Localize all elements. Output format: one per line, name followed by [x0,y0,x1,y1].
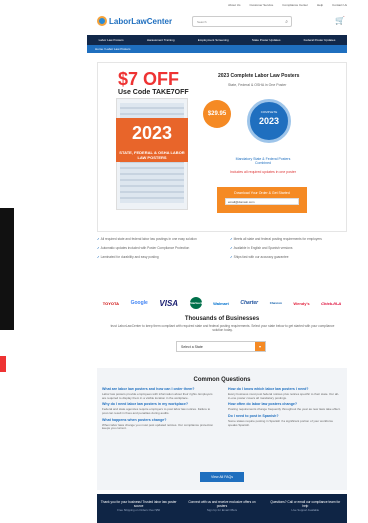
search-placeholder: Search [197,20,207,24]
poster-subtitle: STATE, FEDERAL & OSHA LABOR LAW POSTERS [119,150,185,160]
site-footer: Thank you for your business! Trusted lab… [97,494,347,523]
logo-wendys: Wendy's [293,300,310,306]
feature-list: ✓ All required state and federal labor l… [97,237,347,272]
utility-link[interactable]: Customer Service [249,3,273,7]
nav-item[interactable]: Federal Poster Updates [304,38,336,42]
logo-charter: Charter [240,300,259,306]
faq-answer: When labor laws change you must post upd… [102,422,214,431]
footer-column: Connect with us and receive exclusive of… [184,500,260,523]
faq-left-column: What are labor law posters and how can I… [102,387,216,434]
left-edge-marker [0,356,6,372]
logo-icon [97,16,107,26]
utility-link[interactable]: Compliance Center [282,3,308,7]
state-select-value: Select a State [181,345,203,349]
product-title: 2023 Complete Labor Law Posters [218,73,300,79]
chevron-down-icon[interactable]: ▾ [255,342,265,351]
red-note: Includes all required updates in one pos… [230,170,296,174]
logo-text: LaborLawCenter [109,16,173,26]
main-nav: Labor Law Posters Harassment Training Em… [87,35,347,45]
feature-item: ✓ Available in English and Spanish versi… [230,246,293,250]
footer-column: Thank you for your business! Trusted lab… [101,500,177,523]
view-all-faqs-button[interactable]: View All FAQs [200,472,244,482]
price-badge: $29.95 [203,100,231,128]
nav-item[interactable]: Harassment Training [147,38,175,42]
nav-item[interactable]: State Poster Updates [252,38,281,42]
logo-toyota: TOYOTA [102,300,120,306]
order-form-title: Download Your Order & Get Started [234,191,290,195]
promo-code: Use Code TAKE7OFF [118,89,189,96]
faq-answer: Posting requirements change frequently t… [228,407,341,412]
footer-column: Questions? Call or email our compliance … [267,500,343,523]
faq-answer: Labor law posters provide employees with… [102,391,213,400]
logo-chickfila: Chick-fil-A [321,300,342,306]
trusted-title: Thousands of Businesses [184,316,260,322]
faq-title: Common Questions [193,377,251,383]
offer-heading: $7 OFF [118,69,180,89]
logo-chevron: Chevron [269,301,282,305]
nav-item[interactable]: Labor Law Posters [99,38,124,42]
faq-question[interactable]: What happens when posters change? [102,418,216,423]
left-edge-panel [0,208,14,330]
nav-item[interactable]: Employment Screening [198,38,229,42]
footer-text: Thank you for your business! Trusted lab… [100,500,177,508]
faq-answer: Every business must post federal notices… [228,391,339,400]
utility-link[interactable]: About Us [228,3,240,7]
cart-icon[interactable]: 🛒 [335,16,345,25]
seal-label: COMPLETE [260,110,278,114]
footer-subtext[interactable]: Live Support Available [267,508,343,512]
footer-text: Questions? Call or email our compliance … [270,500,341,508]
faq-answer: Federal and state agencies require emplo… [102,407,211,415]
seal-year: 2023 [258,116,280,126]
logo-starbucks: Starbucks [189,297,202,309]
search-input[interactable]: Search ⌕ [192,16,292,27]
email-field[interactable]: email@domain.com [225,198,299,205]
customer-logos: TOYOTA Google VISA Starbucks Walmart Cha… [97,296,347,310]
footer-text: Connect with us and receive exclusive of… [188,500,256,508]
feature-item: ✓ Ships fast with our accuracy guarantee [230,255,289,259]
footer-subtext[interactable]: Sign Up for Email Offers [184,508,260,512]
site-header: LaborLawCenter Search ⌕ 🛒 [87,10,347,34]
state-select[interactable]: Select a State ▾ [176,341,266,352]
logo-google: Google [130,300,148,306]
feature-item: ✓ All required state and federal labor l… [97,237,197,241]
faq-answer: Some states require posting in Spanish i… [228,418,334,427]
product-subtitle: State, Federal & OSHA in One Poster [228,83,287,87]
logo-visa: VISA [159,298,179,308]
logo-walmart: Walmart [213,300,229,306]
footer-subtext[interactable]: Free Shipping on Orders Over $50 [101,508,177,512]
feature-item: ✓ Automatic updates included with Poster… [97,246,190,250]
feature-item: ✓ Laminated for durability and easy post… [97,255,159,259]
faq-right-column: How do I know which labor law posters I … [228,387,342,430]
feature-item: ✓ Meets all state and federal posting re… [230,237,322,241]
search-icon[interactable]: ⌕ [285,19,288,25]
utility-link[interactable]: Help [317,3,323,7]
blue-note: Mandatory State & Federal Posters Combin… [235,157,291,165]
site-logo[interactable]: LaborLawCenter [97,16,172,26]
breadcrumb[interactable]: Home / Labor Law Posters [87,45,347,53]
utility-link[interactable]: Contact Us [332,3,347,7]
utility-nav: About Us Customer Service Compliance Cen… [87,0,347,10]
trusted-subtitle: trust LaborLawCenter to keep them compli… [110,324,335,332]
